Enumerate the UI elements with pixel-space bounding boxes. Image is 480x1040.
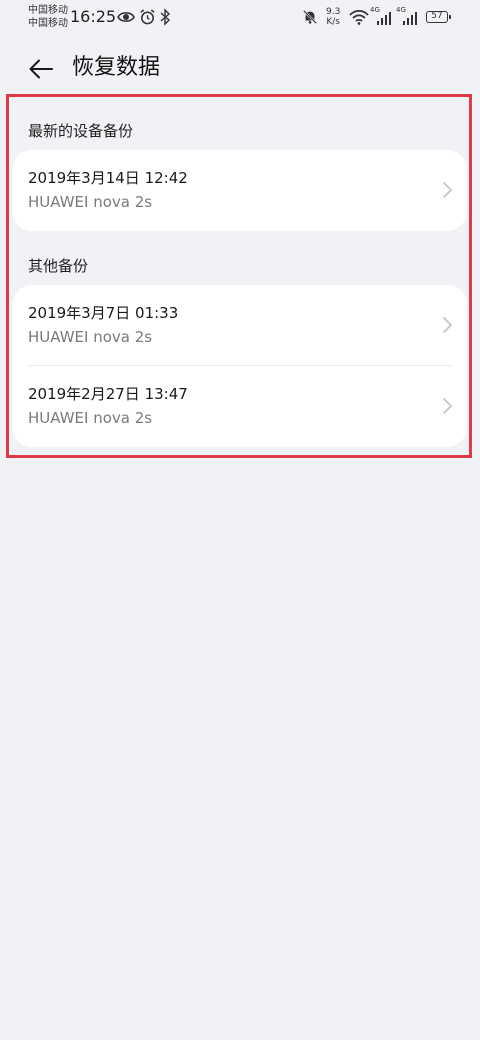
back-button[interactable] [24,52,58,86]
status-time: 16:25 [70,7,117,26]
alarm-icon [140,9,155,25]
signal-icon [377,12,391,25]
page-title: 恢复数据 [72,55,161,80]
carrier-1: 中国移动 [28,5,68,16]
signal-strength-1: 4G [370,6,394,28]
network-speed-value: 9.3 [326,7,341,17]
network-speed-unit: K/s [326,17,340,27]
carrier-2: 中国移动 [28,18,68,29]
network-speed: 9.3 K/s [326,7,340,27]
status-bar: 中国移动 中国移动 16:25 9.3 K/s 4G 4G 57 [0,0,480,36]
highlight-frame [6,94,472,458]
battery-icon: 57 [426,11,451,23]
bluetooth-icon [160,8,171,26]
signal-strength-2: 4G [396,6,420,28]
wifi-icon [349,9,369,25]
signal-icon [403,12,417,25]
back-arrow-icon [29,59,53,79]
eye-icon [117,12,135,22]
mute-bell-icon [302,9,318,25]
